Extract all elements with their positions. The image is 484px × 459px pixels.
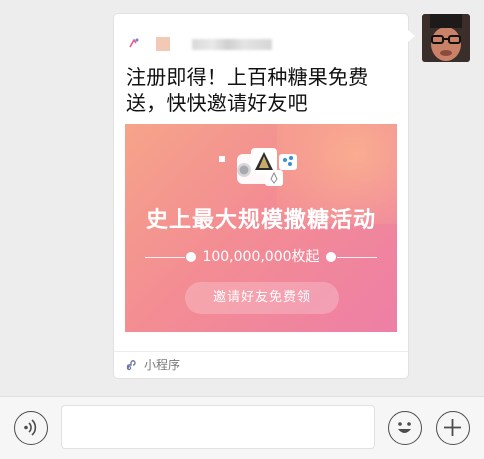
- invite-button[interactable]: 邀请好友免费领: [185, 282, 339, 314]
- card-footer: 小程序: [114, 351, 408, 378]
- mini-program-card[interactable]: 注册即得！上百种糖果免费送，快快邀请好友吧 史上最大规模撒糖活动 100,000…: [114, 14, 415, 378]
- footer-label: 小程序: [144, 358, 181, 372]
- card-title: 注册即得！上百种糖果免费送，快快邀请好友吧: [126, 65, 369, 115]
- voice-button[interactable]: [14, 411, 48, 445]
- crypto-icons-cluster: [219, 148, 297, 186]
- emoji-button[interactable]: [388, 411, 422, 445]
- emoji-icon: [398, 422, 411, 433]
- message-input[interactable]: [61, 405, 375, 449]
- app-thumbnail: [156, 37, 170, 51]
- app-name-blurred: [192, 39, 272, 50]
- banner-dot-right: [326, 252, 336, 262]
- voice-icon: [24, 419, 37, 436]
- plus-button[interactable]: [436, 411, 470, 445]
- banner-headline: 史上最大规模撒糖活动: [145, 208, 376, 233]
- chat-area: 注册即得！上百种糖果免费送，快快邀请好友吧 史上最大规模撒糖活动 100,000…: [0, 0, 484, 396]
- banner-line-right: [337, 257, 377, 258]
- promo-banner[interactable]: 史上最大规模撒糖活动 100,000,000枚起 邀请好友免费领: [125, 124, 397, 332]
- avatar[interactable]: [422, 14, 470, 62]
- app-logo-icon: [129, 38, 139, 48]
- card-header: [128, 36, 368, 52]
- plus-icon: [444, 419, 461, 436]
- input-bar: [0, 396, 484, 459]
- mini-program-icon: [126, 360, 136, 371]
